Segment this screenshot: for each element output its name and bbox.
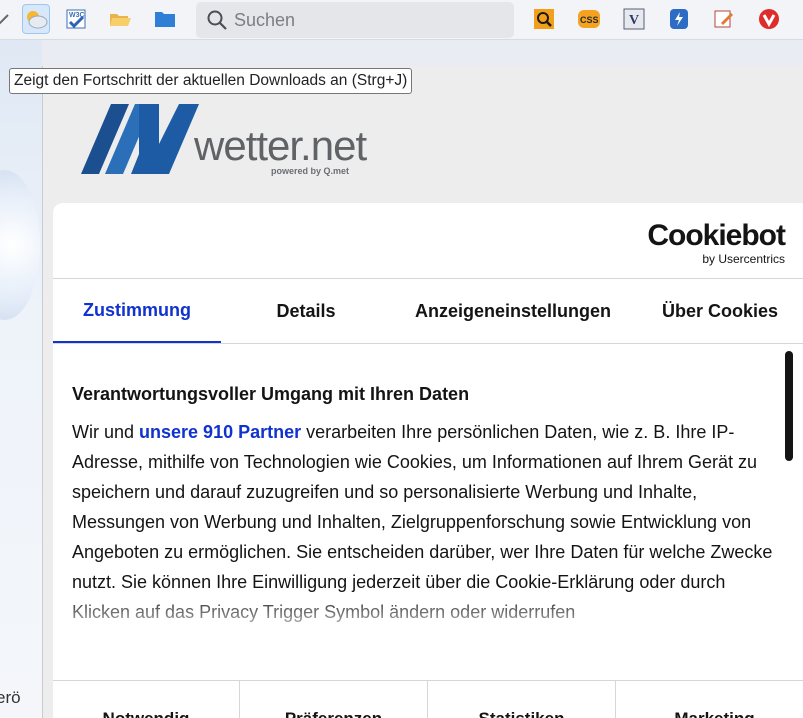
- category-praeferenzen[interactable]: Präferenzen: [240, 681, 428, 718]
- tab-zustimmung[interactable]: Zustimmung: [53, 279, 221, 343]
- browser-toolbar: W3C Suchen CSS V: [0, 0, 803, 40]
- wetter-net-logo[interactable]: wetter.net powered by Q.met: [81, 104, 381, 184]
- background-text-fragment: erö: [0, 688, 21, 707]
- blue-folder-icon: [155, 12, 175, 27]
- content-scrollbar[interactable]: [785, 351, 793, 461]
- tab-ueber-cookies[interactable]: Über Cookies: [635, 279, 803, 343]
- tool-icon: [0, 14, 9, 25]
- cookiebot-brand[interactable]: Cookiebot by Usercentrics: [647, 219, 786, 267]
- edit-extension-button[interactable]: [710, 4, 738, 34]
- toolbar-button-partial[interactable]: [0, 4, 18, 34]
- background-page-strip: [0, 40, 42, 718]
- cookiebot-sub: by Usercentrics: [702, 252, 785, 266]
- vivaldi-button[interactable]: [755, 4, 783, 34]
- v-letter-icon: V: [623, 8, 645, 30]
- category-marketing[interactable]: Marketing: [616, 681, 803, 718]
- v-extension-button[interactable]: V: [620, 4, 648, 34]
- logo-powered-by: powered by Q.met: [271, 166, 350, 176]
- lightning-extension-button[interactable]: [665, 4, 693, 34]
- folder-button[interactable]: [151, 4, 179, 34]
- svg-text:CSS: CSS: [580, 15, 599, 25]
- consent-tabs: Zustimmung Details Anzeigeneinstellungen…: [53, 278, 803, 344]
- cookie-consent-dialog: Cookiebot by Usercentrics Zustimmung Det…: [53, 203, 803, 718]
- css-icon: CSS: [578, 10, 600, 28]
- downloads-tooltip: Zeigt den Fortschritt der aktuellen Down…: [9, 68, 413, 94]
- partner-link[interactable]: unsere 910 Partner: [139, 422, 301, 442]
- consent-categories: Notwendig Präferenzen Statistiken Market…: [53, 680, 803, 718]
- magnifier-extension-button[interactable]: [530, 4, 558, 34]
- orange-magnifier-icon: [534, 9, 554, 29]
- open-folder-button[interactable]: [106, 4, 134, 34]
- vivaldi-icon: [759, 9, 779, 29]
- search-box[interactable]: Suchen: [196, 2, 514, 38]
- consent-content: Verantwortungsvoller Umgang mit Ihren Da…: [72, 384, 777, 627]
- category-statistiken[interactable]: Statistiken: [428, 681, 616, 718]
- content-fade-overlay: [53, 593, 783, 663]
- weather-extension-button[interactable]: [22, 4, 50, 34]
- w3c-validator-button[interactable]: W3C: [62, 4, 90, 34]
- consent-heading: Verantwortungsvoller Umgang mit Ihren Da…: [72, 384, 470, 404]
- lightning-icon: [670, 9, 688, 29]
- css-extension-button[interactable]: CSS: [575, 4, 603, 34]
- para-rest: verarbeiten Ihre persönlichen Daten, wie…: [72, 422, 773, 622]
- tab-anzeigeneinstellungen[interactable]: Anzeigeneinstellungen: [391, 279, 635, 343]
- category-notwendig[interactable]: Notwendig: [53, 681, 240, 718]
- wetter-logo-mark-icon: [81, 104, 199, 174]
- search-icon: [207, 10, 227, 30]
- svg-text:V: V: [629, 13, 639, 28]
- cookiebot-name: Cookiebot: [647, 219, 786, 252]
- open-folder-icon: [110, 14, 131, 26]
- weather-cloud-icon: [27, 11, 48, 29]
- para-prefix: Wir und: [72, 422, 140, 442]
- tab-details[interactable]: Details: [221, 279, 391, 343]
- logo-wordmark: wetter.net: [194, 122, 367, 169]
- search-placeholder: Suchen: [234, 9, 296, 30]
- cloud-graphic: [0, 170, 40, 320]
- w3c-check-icon: W3C: [66, 9, 86, 29]
- pencil-page-icon: [714, 10, 733, 28]
